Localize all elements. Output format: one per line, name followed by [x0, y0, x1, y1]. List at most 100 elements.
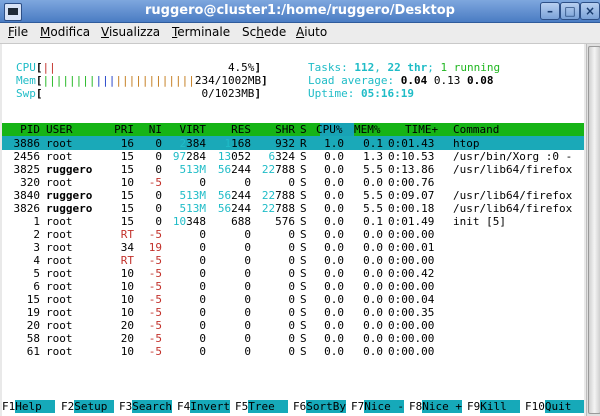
menu-file[interactable]: File — [8, 25, 28, 39]
fkey-label: Search — [132, 400, 172, 413]
cell-ni: -5 — [148, 280, 162, 293]
fkey-f3[interactable]: F3Search — [119, 400, 172, 414]
cell-s: R — [300, 137, 307, 150]
menu-modifica[interactable]: Modifica — [40, 25, 90, 39]
cell-time: 0:00.76 — [388, 176, 435, 189]
terminal-area[interactable]: CPU[|| 4.5%] Mem[|||||||||||||||||||||||… — [2, 44, 584, 416]
fkey-f2[interactable]: F2Setup — [61, 400, 114, 414]
table-row[interactable]: 58 root 20 -5 0 0 0 S 0.0 0.0 0:00.00 — [2, 332, 584, 345]
cell-virt: 0 — [199, 228, 206, 241]
column-header-pid[interactable]: PID — [20, 123, 40, 136]
cell-virt: 0 — [199, 345, 206, 358]
menu-terminale[interactable]: Terminale — [172, 25, 230, 39]
menu-schede[interactable]: Schede — [242, 25, 286, 39]
menu-aiuto[interactable]: Aiuto — [296, 25, 327, 39]
cell-pri: 10 — [120, 293, 134, 306]
table-row[interactable]: 3 root 34 19 0 0 0 S 0.0 0.0 0:00.01 — [2, 241, 584, 254]
cell-res: 0 — [244, 267, 251, 280]
cell-virt: 0 — [199, 241, 206, 254]
cell-cpu: 0.0 — [324, 150, 344, 163]
column-header-ni[interactable]: NI — [149, 123, 162, 136]
fkey-f7[interactable]: F7Nice - — [351, 400, 404, 414]
table-row[interactable]: 3826 ruggero 15 0 513M 56244 22788 S 0.0 5.5 0:00.… — [2, 202, 584, 215]
column-header-cmd[interactable]: Command — [453, 123, 499, 136]
column-header-s[interactable]: S — [300, 123, 307, 136]
table-row[interactable]: 4 root RT -5 0 0 0 S 0.0 0.0 0:00.00 — [2, 254, 584, 267]
cell-user: root — [46, 293, 73, 306]
column-header-mem[interactable]: MEM% — [354, 123, 381, 136]
cell-time: 0:00.35 — [388, 306, 435, 319]
cell-virt: 0 — [199, 280, 206, 293]
table-row[interactable]: 6 root 10 -5 0 0 0 S 0.0 0.0 0:00.00 — [2, 280, 584, 293]
fkey-f4[interactable]: F4Invert — [177, 400, 230, 414]
close-button[interactable]: × — [580, 2, 600, 20]
cell-res: 13052 — [217, 150, 251, 163]
cell-res: 0 — [244, 345, 251, 358]
fkey-f6[interactable]: F6SortBy — [293, 400, 346, 414]
cell-mem: 0.0 — [363, 228, 383, 241]
cell-pid: 3825 — [13, 163, 41, 176]
cell-virt: 513M — [179, 202, 207, 215]
cell-res: 0 — [244, 176, 251, 189]
column-header-virt[interactable]: VIRT — [180, 123, 207, 136]
cell-virt: 513M — [179, 163, 207, 176]
column-header-time[interactable]: TIME+ — [405, 123, 438, 136]
cell-user: ruggero — [46, 189, 93, 202]
cell-ni: 0 — [155, 215, 162, 228]
column-header-pri[interactable]: PRI — [114, 123, 134, 136]
cell-cpu: 0.0 — [324, 293, 344, 306]
fkey-f9[interactable]: F9Kill — [467, 400, 520, 414]
tasks-summary: Tasks: 112, 22 thr; 1 running — [308, 61, 501, 74]
table-row[interactable]: 3840 ruggero 15 0 513M 56244 22788 S 0.0 5.5 0:09.… — [2, 189, 584, 202]
cell-user: root — [46, 280, 73, 293]
table-row[interactable]: 3886 root 16 0 2384 1168 932 R 1.0 0.1 0:01.43 htop — [2, 137, 584, 150]
cell-time: 0:00.00 — [388, 345, 435, 358]
fkey-f5[interactable]: F5Tree — [235, 400, 288, 414]
cell-pid: 15 — [26, 293, 40, 306]
cell-ni: -5 — [148, 176, 162, 189]
column-header-user[interactable]: USER — [46, 123, 73, 136]
cell-cpu: 0.0 — [324, 267, 344, 280]
column-header-shr[interactable]: SHR — [275, 123, 295, 136]
table-row[interactable]: 19 root 10 -5 0 0 0 S 0.0 0.0 0:00.35 — [2, 306, 584, 319]
table-row[interactable]: 2 root RT -5 0 0 0 S 0.0 0.0 0:00.00 — [2, 228, 584, 241]
table-row[interactable]: 61 root 10 -5 0 0 0 S 0.0 0.0 0:00.00 — [2, 345, 584, 358]
cell-user: root — [46, 228, 73, 241]
table-row[interactable]: 5 root 10 -5 0 0 0 S 0.0 0.0 0:00.42 — [2, 267, 584, 280]
cell-ni: -5 — [148, 345, 162, 358]
cell-res: 0 — [244, 319, 251, 332]
fkey-f10[interactable]: F10Quit — [525, 400, 584, 414]
cell-shr: 0 — [288, 306, 295, 319]
column-header-cpu[interactable]: CPU% — [316, 123, 343, 136]
cell-shr: 22788 — [261, 189, 295, 202]
cell-mem: 1.3 — [363, 150, 383, 163]
fkey-f8[interactable]: F8Nice + — [409, 400, 462, 414]
table-row[interactable]: 20 root 20 -5 0 0 0 S 0.0 0.0 0:00.00 — [2, 319, 584, 332]
cell-s: S — [300, 241, 307, 254]
cell-cpu: 0.0 — [324, 306, 344, 319]
cell-shr: 6324 — [268, 150, 296, 163]
cell-time: 0:00.18 — [388, 202, 435, 215]
cell-ni: -5 — [148, 306, 162, 319]
menu-visualizza[interactable]: Visualizza — [101, 25, 160, 39]
scrollbar-thumb[interactable] — [588, 46, 600, 414]
title-bar[interactable]: ruggero@cluster1:/home/ruggero/Desktop –… — [0, 0, 600, 23]
maximize-button[interactable]: □ — [560, 2, 580, 20]
vertical-scrollbar[interactable] — [586, 44, 600, 416]
menu-bar: File Modifica Visualizza Terminale Sched… — [0, 23, 600, 44]
minimize-button[interactable]: – — [540, 2, 560, 20]
table-row[interactable]: 320 root 10 -5 0 0 0 S 0.0 0.0 0:00.76 — [2, 176, 584, 189]
cell-pri: 10 — [120, 176, 134, 189]
cell-s: S — [300, 280, 307, 293]
fkey-number: F6 — [293, 400, 307, 413]
column-header-res[interactable]: RES — [231, 123, 251, 136]
cell-pid: 320 — [20, 176, 40, 189]
cell-cpu: 0.0 — [324, 241, 344, 254]
fkey-f1[interactable]: F1Help — [2, 400, 55, 414]
cell-virt: 0 — [199, 306, 206, 319]
table-row[interactable]: 1 root 15 0 10348 688 576 S 0.0 0.1 0:01.49 init [5… — [2, 215, 584, 228]
table-row[interactable]: 2456 root 15 0 97284 13052 6324 S 0.0 1.3 0:10.53 /… — [2, 150, 584, 163]
mem-meter: Mem[|||||||||||||||||||||||234/1002MB] — [16, 74, 268, 87]
table-row[interactable]: 15 root 10 -5 0 0 0 S 0.0 0.0 0:00.04 — [2, 293, 584, 306]
table-row[interactable]: 3825 ruggero 15 0 513M 56244 22788 S 0.0 5.5 0:13.… — [2, 163, 584, 176]
